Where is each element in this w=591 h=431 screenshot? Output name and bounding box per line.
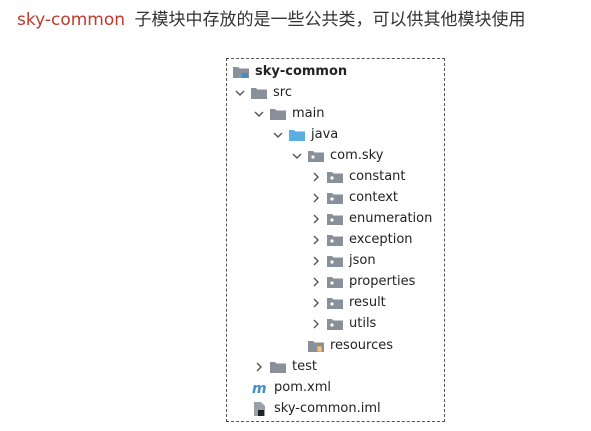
tree-item-label: sky-common.iml [274,401,381,416]
tree-item-test[interactable]: test [252,356,317,377]
chevron-down-icon[interactable] [271,128,285,142]
tree-item-label: sky-common [255,64,348,79]
tree-item-label: properties [349,274,416,289]
tree-item-src[interactable]: src [233,82,292,103]
tree-item-utils[interactable]: utils [309,313,376,334]
maven-icon: m [252,381,268,397]
project-tree: sky-common src main java com.sky constan… [226,58,445,422]
chevron-right-icon[interactable] [309,275,323,289]
tree-item-label: resources [330,338,394,353]
tree-item-label: json [349,253,376,268]
package-icon [308,149,324,163]
folder-icon [270,107,286,121]
tree-item-sky-common[interactable]: sky-common [233,61,347,82]
tree-item-label: utils [349,316,377,331]
chevron-down-icon[interactable] [233,86,247,100]
package-icon [327,170,343,184]
tree-item-label: main [292,106,325,121]
chevron-right-icon[interactable] [309,212,323,226]
package-icon [327,296,343,310]
chevron-right-icon[interactable] [309,233,323,247]
package-icon [327,191,343,205]
tree-item-label: com.sky [330,148,384,163]
chevron-right-icon[interactable] [309,296,323,310]
tree-item-enumeration[interactable]: enumeration [309,208,432,229]
tree-item-label: exception [349,232,413,247]
folder-icon [270,360,286,374]
tree-item-properties[interactable]: properties [309,271,415,292]
tree-item-label: src [273,85,292,100]
tree-item-label: java [311,127,339,142]
tree-item-label: enumeration [349,211,433,226]
source-folder-icon [289,128,305,142]
tree-item-result[interactable]: result [309,292,386,313]
tree-item-resources[interactable]: resources [290,335,393,356]
chevron-right-icon[interactable] [309,191,323,205]
chevron-right-icon[interactable] [309,254,323,268]
tree-item-com-sky[interactable]: com.sky [290,145,383,166]
tree-item-main[interactable]: main [252,103,324,124]
chevron-down-icon[interactable] [290,149,304,163]
module-folder-icon [233,65,249,79]
tree-item-constant[interactable]: constant [309,166,406,187]
package-icon [327,317,343,331]
package-icon [327,254,343,268]
folder-icon [251,86,267,100]
tree-item-json[interactable]: json [309,250,376,271]
module-description: 子模块中存放的是一些公共类，可以供其他模块使用 [134,10,526,30]
tree-item-java[interactable]: java [271,124,338,145]
tree-item-label: result [349,295,386,310]
tree-item-iml[interactable]: sky-common.iml [252,398,381,419]
svg-text:m: m [252,381,267,395]
module-name: sky-common [17,10,126,30]
chevron-right-icon[interactable] [252,360,266,374]
iml-file-icon [252,401,268,416]
page-heading: sky-common 子模块中存放的是一些公共类，可以供其他模块使用 [17,8,525,32]
tree-item-label: pom.xml [274,380,331,395]
package-icon [327,212,343,226]
chevron-right-icon[interactable] [309,170,323,184]
tree-item-label: constant [349,169,406,184]
tree-item-exception[interactable]: exception [309,229,413,250]
tree-item-label: test [292,359,317,374]
chevron-down-icon[interactable] [252,107,266,121]
package-icon [327,275,343,289]
tree-item-context[interactable]: context [309,187,398,208]
resources-folder-icon [308,339,324,353]
tree-item-label: context [349,190,398,205]
tree-item-pom-xml[interactable]: m pom.xml [252,377,331,398]
chevron-right-icon[interactable] [309,317,323,331]
package-icon [327,233,343,247]
